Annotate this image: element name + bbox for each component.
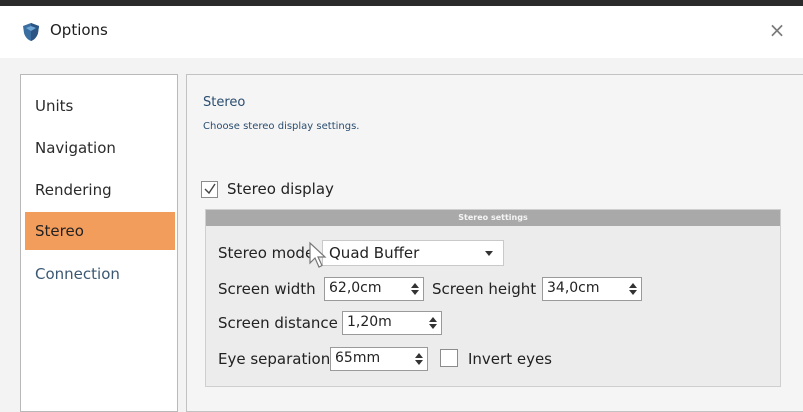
section-title: Stereo — [203, 95, 246, 110]
checkmark-icon — [204, 183, 216, 195]
group-header: Stereo settings — [206, 210, 780, 226]
spinner-arrows-icon[interactable] — [627, 281, 639, 297]
screen-distance-value: 1,20m — [347, 314, 392, 330]
stereo-display-label: Stereo display — [227, 180, 334, 198]
nav-item-rendering[interactable]: Rendering — [25, 171, 175, 209]
chevron-down-icon — [485, 251, 493, 256]
spinner-arrows-icon[interactable] — [409, 281, 421, 297]
screen-distance-label: Screen distance — [218, 314, 338, 332]
shield-icon — [23, 23, 39, 41]
options-nav: Units Navigation Rendering Stereo Connec… — [20, 74, 178, 412]
stereo-display-checkbox[interactable] — [201, 181, 218, 198]
nav-item-navigation[interactable]: Navigation — [25, 129, 175, 167]
screen-width-spinbox[interactable]: 62,0cm — [324, 277, 424, 301]
screen-height-label: Screen height — [432, 280, 537, 298]
stereo-mode-label: Stereo mode — [218, 244, 315, 262]
stereo-settings-group: Stereo settings Stereo mode Quad Buffer … — [205, 209, 781, 387]
screen-width-label: Screen width — [218, 280, 316, 298]
window-title: Options — [50, 21, 108, 39]
invert-eyes-checkbox[interactable] — [440, 349, 458, 367]
eye-separation-label: Eye separation — [218, 350, 331, 368]
nav-item-stereo[interactable]: Stereo — [25, 212, 175, 250]
nav-item-connection[interactable]: Connection — [25, 255, 175, 293]
title-bar: Options × — [0, 6, 803, 58]
options-dialog: Options × Units Navigation Rendering Ste… — [0, 6, 803, 412]
close-icon: × — [768, 18, 786, 42]
screen-distance-spinbox[interactable]: 1,20m — [342, 311, 442, 335]
screen-height-value: 34,0cm — [547, 280, 600, 296]
stereo-mode-value: Quad Buffer — [329, 244, 420, 262]
eye-separation-value: 65mm — [335, 350, 381, 366]
screen-width-value: 62,0cm — [329, 280, 382, 296]
stereo-mode-select[interactable]: Quad Buffer — [322, 240, 504, 266]
eye-separation-spinbox[interactable]: 65mm — [330, 347, 428, 371]
close-button[interactable]: × — [763, 16, 791, 44]
nav-item-units[interactable]: Units — [25, 87, 175, 125]
section-description: Choose stereo display settings. — [203, 121, 360, 132]
spinner-arrows-icon[interactable] — [413, 351, 425, 367]
spinner-arrows-icon[interactable] — [427, 315, 439, 331]
screen-height-spinbox[interactable]: 34,0cm — [542, 277, 642, 301]
stereo-panel: Stereo Choose stereo display settings. S… — [186, 74, 803, 412]
invert-eyes-label: Invert eyes — [468, 350, 553, 368]
